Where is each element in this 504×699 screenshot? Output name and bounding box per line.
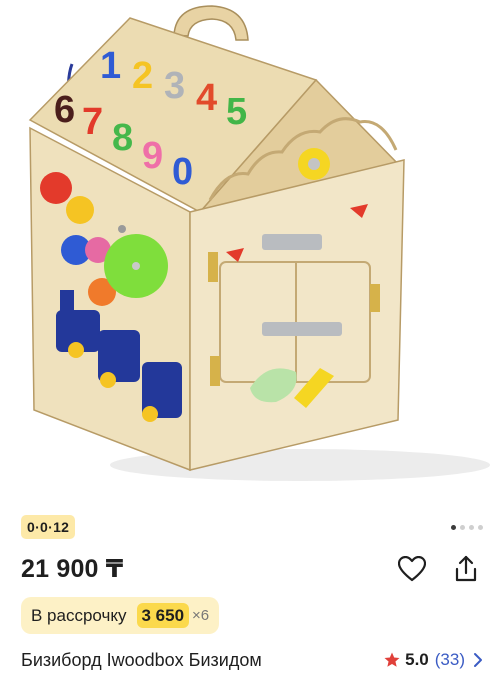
gallery-dot-active[interactable]: [451, 524, 456, 530]
price: 21 900 ₸: [21, 555, 124, 583]
chevron-right-icon: [474, 653, 482, 667]
busy-house-illustration: 1 2 3 4 5 6 7 8 9 0: [28, 5, 490, 481]
age-badge: 0·0·12: [21, 515, 76, 539]
roof-number: 8: [112, 117, 133, 159]
rating-link[interactable]: 5.0 (33): [383, 647, 483, 673]
rating-value: 5.0: [405, 650, 429, 669]
share-icon: [455, 555, 477, 582]
gallery-pagination[interactable]: [451, 523, 483, 531]
gallery-dot[interactable]: [469, 524, 474, 530]
rating-count: (33): [434, 650, 465, 669]
badge-row: 0·0·12: [21, 515, 483, 539]
title-row: Бизиборд Iwoodbox Бизидом 5.0 (33): [21, 645, 483, 675]
roof-number: 5: [226, 91, 247, 133]
share-button[interactable]: [448, 551, 484, 587]
installment-button[interactable]: В рассрочку 3 650 ×6: [21, 597, 220, 634]
installment-amount: 3 650: [136, 603, 190, 628]
roof-number: 7: [82, 101, 103, 143]
gallery-dot[interactable]: [478, 524, 483, 530]
heart-icon: [398, 556, 426, 582]
product-title: Бизиборд Iwoodbox Бизидом: [21, 650, 262, 670]
roof-number: 3: [164, 65, 185, 107]
roof-number: 0: [172, 151, 193, 193]
product-image[interactable]: 1 2 3 4 5 6 7 8 9 0: [0, 0, 504, 505]
gallery-dot[interactable]: [460, 524, 465, 530]
roof-number: 6: [54, 89, 75, 131]
roof-number: 4: [196, 77, 217, 119]
installment-label: В рассрочку: [31, 606, 127, 625]
price-row: 21 900 ₸: [21, 549, 483, 589]
roof-number: 1: [100, 45, 121, 87]
installment-times: ×6: [192, 607, 210, 624]
roof-number: 2: [132, 55, 153, 97]
star-icon: [384, 652, 400, 667]
favorite-button[interactable]: [394, 551, 430, 587]
roof-number: 9: [142, 135, 163, 177]
